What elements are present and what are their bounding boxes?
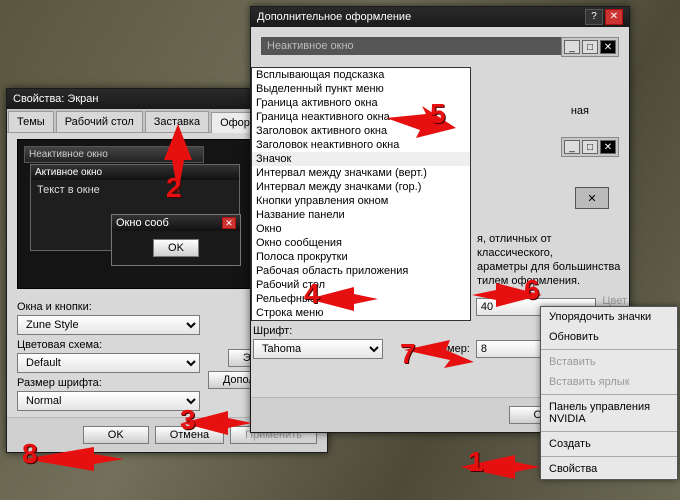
list-item[interactable]: Окно: [252, 222, 470, 236]
color-scheme-select[interactable]: Default: [17, 353, 200, 373]
close-icon: ✕: [600, 140, 616, 154]
list-item[interactable]: Рабочая область приложения: [252, 264, 470, 278]
list-item[interactable]: Окно сообщения: [252, 236, 470, 250]
label-windows-buttons: Окна и кнопки:: [17, 301, 200, 313]
preview-window-controls: _ □ ✕: [561, 137, 619, 157]
list-item[interactable]: Всплывающая подсказка: [252, 68, 470, 82]
list-item[interactable]: Полоса прокрутки: [252, 250, 470, 264]
minimize-icon: _: [564, 140, 580, 154]
ok-button[interactable]: OK: [83, 426, 149, 444]
preview-msgbox: Окно сооб ✕ OK: [111, 214, 241, 266]
help-icon[interactable]: ?: [585, 9, 603, 25]
maximize-icon: □: [582, 140, 598, 154]
font-size-input[interactable]: [476, 340, 549, 358]
window-title: Дополнительное оформление: [257, 7, 583, 27]
list-item-selected[interactable]: Значок: [252, 152, 470, 166]
label-color-scheme: Цветовая схема:: [17, 339, 200, 351]
element-dropdown-list[interactable]: Всплывающая подсказка Выделенный пункт м…: [251, 67, 471, 321]
ctx-arrange-icons[interactable]: Упорядочить значки: [541, 307, 677, 327]
titlebar[interactable]: Дополнительное оформление ? ✕: [251, 7, 629, 27]
list-item[interactable]: Заголовок неактивного окна: [252, 138, 470, 152]
preview-active-body: Текст в окне Окно сооб ✕ OK: [31, 180, 239, 250]
font-select[interactable]: Tahoma: [253, 339, 383, 359]
close-icon: ✕: [600, 40, 616, 54]
list-item[interactable]: Выделенный пункт меню: [252, 82, 470, 96]
msgbox-title: Окно сооб: [116, 217, 169, 229]
preview-active-title: Активное окно: [31, 165, 239, 180]
windows-buttons-select[interactable]: Zune Style: [17, 315, 200, 335]
ctx-paste: Вставить: [541, 352, 677, 372]
tab-screensaver[interactable]: Заставка: [145, 111, 209, 132]
ctx-refresh[interactable]: Обновить: [541, 327, 677, 347]
ctx-properties[interactable]: Свойства: [541, 459, 677, 479]
list-item[interactable]: Интервал между значками (гор.): [252, 180, 470, 194]
preview-inactive-title: Неактивное окно: [25, 147, 203, 162]
tab-desktop[interactable]: Рабочий стол: [56, 111, 143, 132]
close-icon: ✕: [222, 217, 236, 229]
label-font-size: Размер шрифта:: [17, 377, 200, 389]
preview-window-controls: _ □ ✕: [561, 37, 619, 57]
preview-text: Текст в окне: [37, 184, 100, 196]
desktop-context-menu: Упорядочить значки Обновить Вставить Вст…: [540, 306, 678, 480]
preview-text-fragment: ная: [571, 105, 589, 117]
hint-text: я, отличных от классического, араметры д…: [477, 232, 629, 288]
ctx-nvidia-panel[interactable]: Панель управления NVIDIA: [541, 397, 677, 429]
close-icon: ✕: [587, 192, 596, 205]
font-size-select[interactable]: Normal: [17, 391, 200, 411]
close-icon[interactable]: ✕: [605, 9, 623, 25]
tab-themes[interactable]: Темы: [8, 111, 54, 132]
preview-inactive-window: Неактивное окно: [24, 146, 204, 163]
window-title: Свойства: Экран: [13, 89, 281, 109]
list-item[interactable]: Заголовок активного окна: [252, 124, 470, 138]
msgbox-ok-button: OK: [153, 239, 199, 257]
cancel-button[interactable]: Отмена: [155, 426, 224, 444]
list-item[interactable]: Рельефные объекты: [252, 292, 470, 306]
maximize-icon: □: [582, 40, 598, 54]
list-item[interactable]: Граница неактивного окна: [252, 110, 470, 124]
ctx-paste-shortcut: Вставить ярлык: [541, 372, 677, 392]
list-item[interactable]: Строка меню: [252, 306, 470, 320]
label-font: Шрифт:: [253, 325, 297, 337]
list-item[interactable]: Кнопки управления окном: [252, 194, 470, 208]
list-item[interactable]: Название панели: [252, 208, 470, 222]
label-font-size: Размер:: [429, 343, 470, 355]
preview-active-window: Активное окно Текст в окне Окно сооб ✕ O…: [30, 164, 240, 251]
ctx-create[interactable]: Создать: [541, 434, 677, 454]
minimize-icon: _: [564, 40, 580, 54]
preview-button: ✕: [575, 187, 609, 209]
list-item[interactable]: Граница активного окна: [252, 96, 470, 110]
list-item[interactable]: Рабочий стол: [252, 278, 470, 292]
list-item[interactable]: Интервал между значками (верт.): [252, 166, 470, 180]
